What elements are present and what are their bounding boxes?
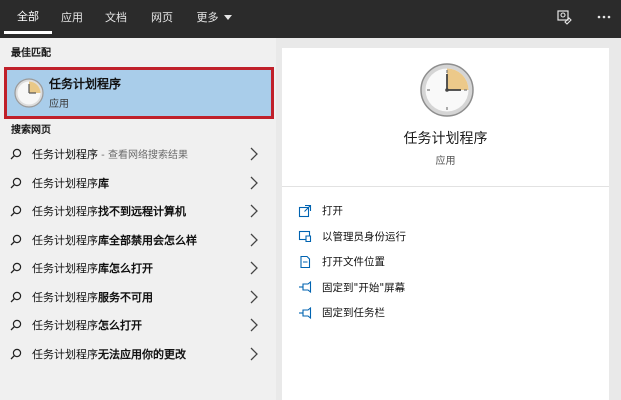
search-icon <box>10 177 22 188</box>
action-pin-to-start[interactable]: 固定到"开始"屏幕 <box>298 275 406 301</box>
tab-all[interactable]: 全部 <box>4 0 52 34</box>
web-result-item[interactable]: 任务计划程序库怎么打开 <box>0 254 276 283</box>
web-result-item[interactable]: 任务计划程序服务不可用 <box>0 283 276 312</box>
search-icon <box>10 234 22 245</box>
tab-web[interactable]: 网页 <box>142 0 182 34</box>
search-icon <box>10 205 22 217</box>
tab-apps[interactable]: 应用 <box>52 0 92 34</box>
action-open[interactable]: 打开 <box>298 198 406 224</box>
best-match-subtitle: 应用 <box>49 99 69 110</box>
action-pin-to-taskbar[interactable]: 固定到任务栏 <box>298 300 406 326</box>
pin-icon <box>299 281 312 294</box>
best-match-title: 任务计划程序 <box>49 77 122 91</box>
open-icon <box>298 204 312 217</box>
action-label: 固定到任务栏 <box>322 307 385 320</box>
chevron-right-icon <box>250 233 258 246</box>
action-label: 打开 <box>322 205 343 218</box>
run-as-admin-icon <box>298 231 312 243</box>
tab-more[interactable]: 更多 <box>188 0 240 34</box>
detail-panel: 任务计划程序 应用 打开 以管理员身份运行 打开文件位置 固定到"开始"屏幕 固… <box>282 48 609 400</box>
web-result-item[interactable]: 任务计划程序找不到远程计算机 <box>0 197 276 226</box>
app-type: 应用 <box>435 156 456 167</box>
feedback-icon[interactable] <box>555 8 573 26</box>
clock-icon <box>14 78 44 108</box>
tab-more-label: 更多 <box>196 11 219 24</box>
search-scope-tabs: 全部 应用 文档 网页 更多 <box>0 0 621 38</box>
action-label: 固定到"开始"屏幕 <box>322 281 406 294</box>
results-panel: 最佳匹配 任务计划程序 应用 搜索网页 任务计划程序 - 查看网络搜索结果 任务… <box>0 38 276 400</box>
web-result-item[interactable]: 任务计划程序无法应用你的更改 <box>0 340 276 369</box>
web-search-heading: 搜索网页 <box>11 125 51 136</box>
web-results-list: 任务计划程序 - 查看网络搜索结果 任务计划程序库 任务计划程序找不到远程计算机… <box>0 140 276 368</box>
more-options-icon[interactable] <box>595 8 613 26</box>
chevron-right-icon <box>250 204 258 218</box>
action-run-as-admin[interactable]: 以管理员身份运行 <box>298 224 406 250</box>
action-open-file-location[interactable]: 打开文件位置 <box>298 249 406 275</box>
clock-icon <box>420 63 474 117</box>
divider <box>282 186 609 187</box>
action-list: 打开 以管理员身份运行 打开文件位置 固定到"开始"屏幕 固定到任务栏 <box>298 198 406 326</box>
web-result-text: 任务计划程序库全部禁用会怎么样 <box>32 233 197 247</box>
pin-icon <box>299 306 312 319</box>
app-title: 任务计划程序 <box>403 131 488 147</box>
web-result-text: 任务计划程序库怎么打开 <box>32 262 153 276</box>
action-label: 以管理员身份运行 <box>322 230 406 243</box>
search-icon <box>10 148 22 160</box>
chevron-right-icon <box>250 347 258 360</box>
search-icon <box>10 319 22 331</box>
web-result-item[interactable]: 任务计划程序库全部禁用会怎么样 <box>0 226 276 255</box>
web-result-item[interactable]: 任务计划程序 - 查看网络搜索结果 <box>0 140 276 169</box>
chevron-right-icon <box>250 261 258 275</box>
search-icon <box>10 262 22 274</box>
web-result-text: 任务计划程序 - 查看网络搜索结果 <box>32 148 188 162</box>
best-match-item[interactable]: 任务计划程序 应用 <box>4 67 274 119</box>
tab-documents[interactable]: 文档 <box>96 0 136 34</box>
web-result-item[interactable]: 任务计划程序怎么打开 <box>0 311 276 340</box>
web-result-text: 任务计划程序无法应用你的更改 <box>32 347 186 361</box>
web-result-text: 任务计划程序库 <box>32 176 109 190</box>
web-result-item[interactable]: 任务计划程序库 <box>0 169 276 198</box>
web-result-text: 任务计划程序服务不可用 <box>32 290 153 304</box>
chevron-right-icon <box>250 147 258 161</box>
chevron-right-icon <box>250 290 258 303</box>
search-icon <box>10 348 22 359</box>
chevron-down-icon <box>223 14 232 20</box>
search-icon <box>10 291 22 302</box>
web-result-text: 任务计划程序怎么打开 <box>32 319 142 333</box>
web-result-text: 任务计划程序找不到远程计算机 <box>32 205 186 219</box>
action-label: 打开文件位置 <box>322 256 385 269</box>
file-location-icon <box>300 255 311 268</box>
best-match-heading: 最佳匹配 <box>11 48 51 59</box>
chevron-right-icon <box>250 176 258 189</box>
chevron-right-icon <box>250 318 258 332</box>
